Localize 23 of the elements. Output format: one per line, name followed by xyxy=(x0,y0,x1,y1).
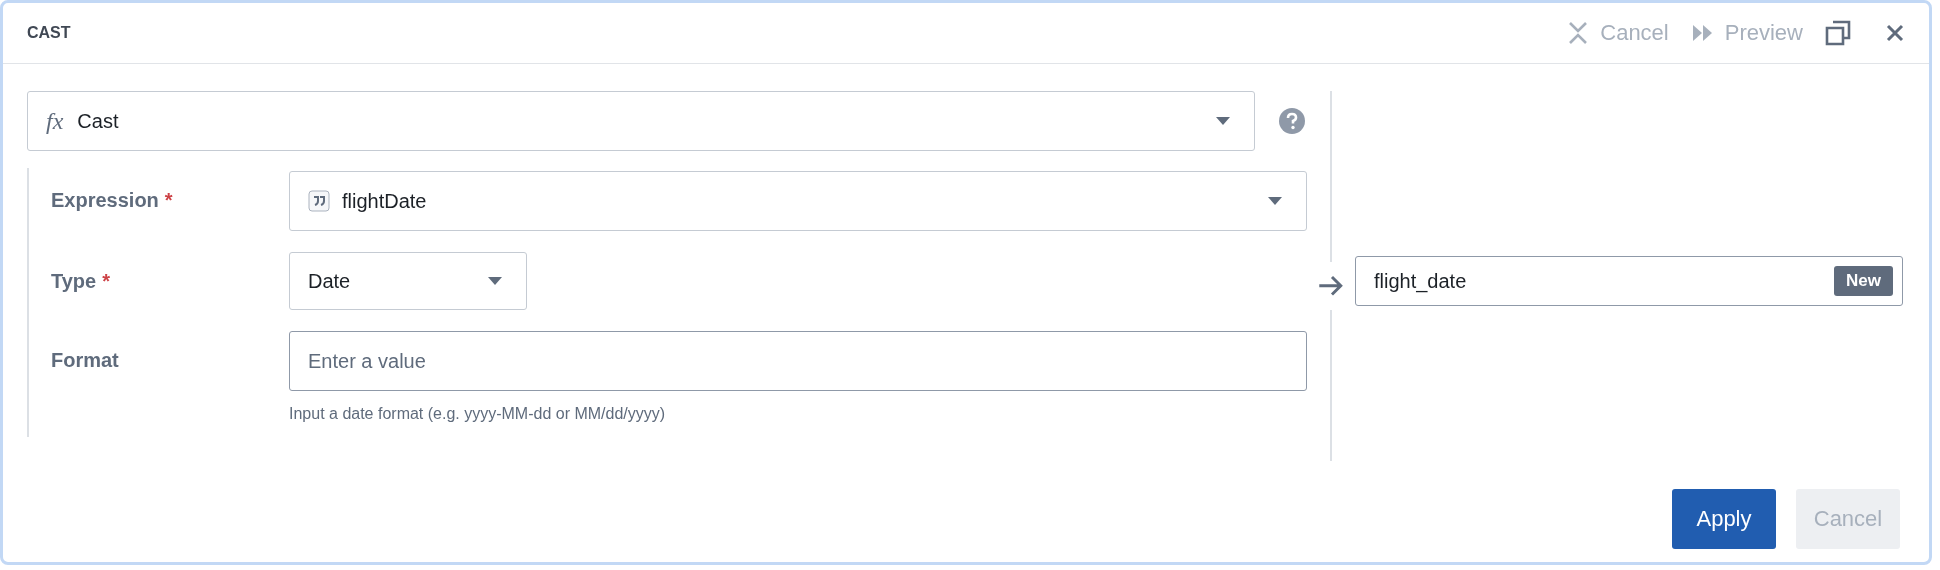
format-hint: Input a date format (e.g. yyyy-MM-dd or MM/dd/yyyy) xyxy=(289,405,667,423)
panel-title: CAST xyxy=(27,24,71,42)
function-icon: fx xyxy=(46,107,64,135)
required-marker: * xyxy=(102,270,110,293)
type-select[interactable]: Date xyxy=(289,252,527,310)
caret-icon xyxy=(1268,197,1282,205)
field-label: Expression xyxy=(51,189,159,212)
required-marker: * xyxy=(164,189,173,212)
pop-out-icon[interactable] xyxy=(1825,20,1851,46)
caret-icon xyxy=(1216,117,1230,125)
expression-select[interactable]: flightDate xyxy=(289,171,1307,231)
format-input[interactable]: Enter a value xyxy=(289,331,1307,391)
field-label: Format xyxy=(51,349,119,372)
arrow-icon xyxy=(1317,274,1345,298)
help-icon[interactable] xyxy=(1279,108,1305,134)
function-select[interactable]: fx Cast xyxy=(27,91,1255,151)
new-tag: New xyxy=(1834,266,1893,296)
close-icon[interactable] xyxy=(1885,23,1905,43)
apply-button[interactable]: Apply xyxy=(1672,489,1776,549)
caret-icon xyxy=(488,277,502,285)
field-label: Type xyxy=(51,270,97,293)
quote-icon xyxy=(308,190,330,212)
output-column-field[interactable]: flight_date New xyxy=(1355,256,1903,306)
